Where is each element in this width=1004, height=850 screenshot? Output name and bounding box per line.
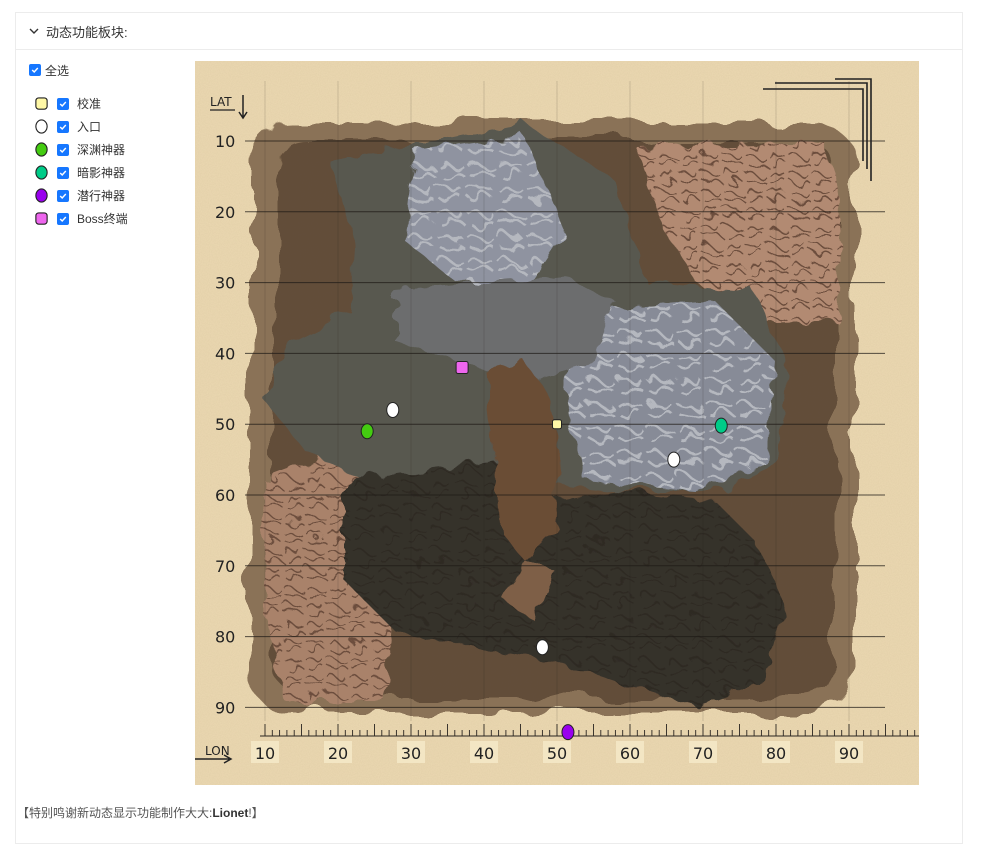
legend-item[interactable]: 深渊神器 bbox=[33, 138, 128, 161]
credits-footer: 【特别鸣谢新动态显示功能制作大大:Lionet!】 bbox=[17, 804, 264, 821]
lon-labels: 10 20 30 40 50 60 70 80 90 bbox=[251, 741, 863, 763]
legend-item[interactable]: 潜行神器 bbox=[33, 184, 128, 207]
select-all-checkbox[interactable] bbox=[29, 64, 41, 76]
legend: 全选 校准入口深渊神器暗影神器潜行神器 Boss终端 bbox=[29, 61, 128, 230]
lon-tick-label: 40 bbox=[474, 744, 494, 763]
circle-marker-icon bbox=[33, 119, 49, 134]
lat-labels: 10 20 30 40 50 60 70 80 90 bbox=[215, 132, 235, 717]
legend-checkbox[interactable] bbox=[57, 97, 69, 110]
select-all-label: 全选 bbox=[45, 63, 70, 78]
legend-checkbox[interactable] bbox=[57, 212, 69, 225]
lon-tick-label: 80 bbox=[766, 744, 786, 763]
lat-tick-label: 50 bbox=[215, 415, 235, 434]
credits-name: Lionet bbox=[212, 806, 249, 820]
legend-checkbox[interactable] bbox=[57, 143, 69, 156]
legend-checkbox[interactable] bbox=[57, 120, 69, 133]
legend-checkbox[interactable] bbox=[57, 166, 69, 179]
lat-tick-label: 20 bbox=[215, 203, 235, 222]
legend-label: Boss终端 bbox=[77, 212, 128, 226]
legend-label: 深渊神器 bbox=[77, 143, 126, 157]
map-svg: 10 20 30 40 50 60 70 80 90 10 20 30 40 50 60 70 80 90 LA… bbox=[195, 61, 919, 785]
legend-label: 暗影神器 bbox=[77, 166, 126, 180]
legend-list: 校准入口深渊神器暗影神器潜行神器 Boss终端 bbox=[29, 92, 128, 230]
lat-tick-label: 10 bbox=[215, 132, 235, 151]
lon-tick-label: 70 bbox=[693, 744, 713, 763]
select-all[interactable]: 全选 bbox=[29, 61, 128, 79]
legend-item[interactable]: 入口 bbox=[33, 115, 128, 138]
legend-label: 校准 bbox=[77, 97, 102, 111]
lat-tick-label: 80 bbox=[215, 628, 235, 647]
lon-tick-label: 50 bbox=[547, 744, 567, 763]
map-marker[interactable] bbox=[714, 417, 728, 434]
lat-tick-label: 60 bbox=[215, 486, 235, 505]
map-marker[interactable] bbox=[552, 419, 562, 430]
square-marker-icon bbox=[33, 211, 49, 226]
lat-tick-label: 70 bbox=[215, 557, 235, 576]
legend-item[interactable]: 校准 bbox=[33, 92, 128, 115]
map-marker[interactable] bbox=[455, 361, 469, 375]
chevron-down-icon[interactable] bbox=[28, 25, 40, 37]
legend-label: 潜行神器 bbox=[77, 189, 126, 203]
lat-tick-label: 40 bbox=[215, 344, 235, 363]
circle-marker-icon bbox=[33, 165, 49, 180]
legend-item[interactable]: Boss终端 bbox=[33, 207, 128, 230]
map-container: 10 20 30 40 50 60 70 80 90 10 20 30 40 50 60 70 80 90 LA… bbox=[195, 61, 919, 785]
map-marker[interactable] bbox=[667, 451, 681, 468]
credits-prefix: 【特别鸣谢新动态显示功能制作大大: bbox=[17, 806, 213, 820]
map-marker[interactable] bbox=[561, 724, 575, 741]
lon-tick-label: 10 bbox=[255, 744, 275, 763]
credits-suffix: !】 bbox=[248, 806, 264, 820]
panel-header[interactable]: 动态功能板块: bbox=[16, 13, 962, 50]
lon-tick-label: 20 bbox=[328, 744, 348, 763]
map-marker[interactable] bbox=[360, 423, 374, 440]
lat-axis-label: LAT bbox=[210, 95, 232, 109]
legend-label: 入口 bbox=[77, 120, 102, 134]
map-marker[interactable] bbox=[535, 639, 549, 656]
map-marker[interactable] bbox=[386, 402, 400, 419]
legend-item[interactable]: 暗影神器 bbox=[33, 161, 128, 184]
panel-title: 动态功能板块: bbox=[46, 24, 128, 40]
lon-tick-label: 90 bbox=[839, 744, 859, 763]
circle-marker-icon bbox=[33, 188, 49, 203]
square-marker-icon bbox=[33, 96, 49, 111]
legend-checkbox[interactable] bbox=[57, 189, 69, 202]
lat-tick-label: 90 bbox=[215, 698, 235, 717]
lat-tick-label: 30 bbox=[215, 274, 235, 293]
lon-tick-label: 30 bbox=[401, 744, 421, 763]
circle-marker-icon bbox=[33, 142, 49, 157]
lon-tick-label: 60 bbox=[620, 744, 640, 763]
